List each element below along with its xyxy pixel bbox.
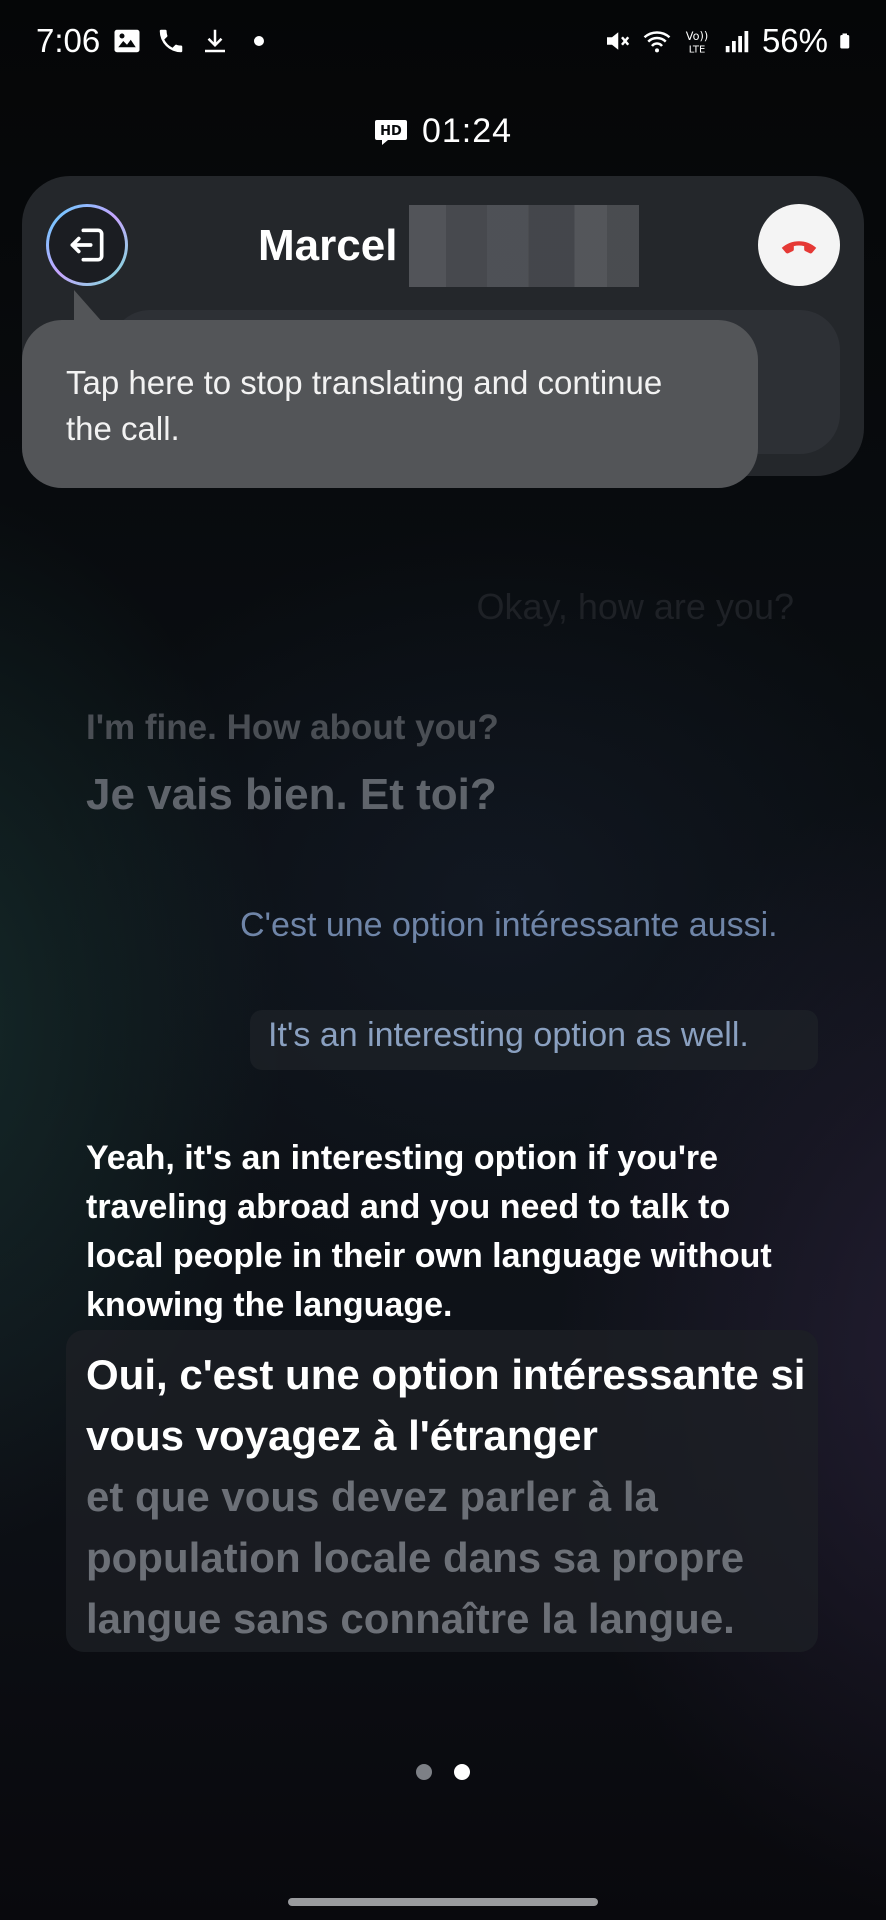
wifi-icon xyxy=(643,31,671,53)
call-timer-row: HD 01:24 xyxy=(0,112,886,151)
page-dot-1[interactable] xyxy=(416,1764,432,1780)
download-icon xyxy=(205,29,225,53)
dot-icon xyxy=(254,36,264,46)
signal-icon xyxy=(725,31,749,53)
call-duration: 01:24 xyxy=(421,112,513,150)
phone-icon xyxy=(159,29,183,53)
status-bar: 7:06 Vo)) LTE 56% xyxy=(0,0,886,86)
svg-text:HD: HD xyxy=(380,124,402,139)
message-translation: Je vais bien. Et toi? xyxy=(86,770,497,819)
svg-text:Vo)): Vo)) xyxy=(686,30,708,43)
volte-icon: Vo))LTE xyxy=(686,30,708,56)
page-dot-2[interactable] xyxy=(454,1764,470,1780)
contact-header: Marcel xyxy=(258,204,640,288)
image-icon xyxy=(114,29,140,53)
stop-translating-tooltip[interactable]: Tap here to stop translating and continu… xyxy=(22,320,758,488)
received-translation: C'est une option intéressante aussi. xyxy=(240,906,778,944)
battery-percent: 56% xyxy=(761,22,828,59)
current-message-original: Yeah, it's an interesting option if you'… xyxy=(86,1139,772,1324)
tooltip-pointer xyxy=(74,290,104,324)
received-original: It's an interesting option as well. xyxy=(268,1016,749,1054)
end-call-icon xyxy=(781,241,817,254)
current-translation-spoken: Oui, c'est une option intéressante si vo… xyxy=(86,1351,806,1459)
redacted-surname xyxy=(409,205,640,287)
page-indicator xyxy=(0,1764,886,1780)
status-time: 7:06 xyxy=(36,22,101,59)
battery-icon xyxy=(840,33,850,49)
message-original: I'm fine. How about you? xyxy=(86,708,499,747)
faded-message: Okay, how are you? xyxy=(476,586,795,627)
stop-translating-button[interactable] xyxy=(46,204,128,286)
exit-icon xyxy=(70,228,104,262)
contact-name: Marcel xyxy=(258,221,398,270)
status-right-icons: Vo)) LTE 56% xyxy=(602,22,856,60)
current-translation-pending: et que vous devez parler à la population… xyxy=(86,1473,745,1642)
mute-icon xyxy=(606,32,630,50)
status-left-icons xyxy=(112,26,274,56)
home-indicator[interactable] xyxy=(288,1898,598,1906)
end-call-button[interactable] xyxy=(758,204,840,286)
hd-voice-icon: HD xyxy=(374,119,407,145)
svg-text:LTE: LTE xyxy=(689,44,706,55)
